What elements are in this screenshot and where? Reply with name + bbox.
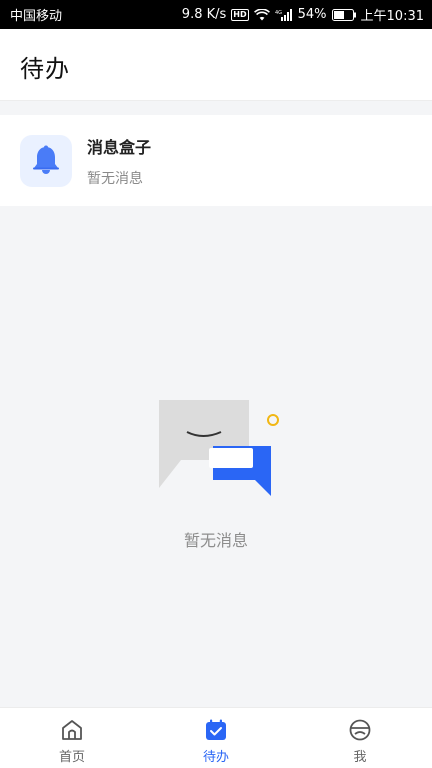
wifi-icon — [253, 8, 270, 21]
tab-home[interactable]: 首页 — [0, 708, 144, 768]
tab-home-label: 首页 — [58, 750, 85, 765]
hd-badge: HD — [231, 8, 249, 21]
bottom-tab-bar: 首页 待办 我 — [0, 707, 432, 768]
empty-chat-illustration — [155, 398, 281, 506]
clock: 上午10:31 — [360, 9, 424, 24]
message-box-title: 消息盒子 — [87, 137, 152, 157]
tab-todo[interactable]: 待办 — [144, 708, 288, 768]
signal-icon: 4G — [275, 8, 293, 21]
tab-me[interactable]: 我 — [288, 708, 432, 768]
battery-percent: 54% — [297, 7, 327, 22]
bell-icon — [33, 145, 59, 174]
carrier-label: 中国移动 — [10, 9, 63, 24]
app-header: 待办 — [0, 29, 432, 101]
network-type: 4G — [275, 10, 282, 16]
profile-icon — [349, 719, 371, 741]
message-box-subtitle: 暂无消息 — [87, 170, 143, 187]
tab-todo-label: 待办 — [202, 750, 229, 765]
battery-icon — [331, 8, 356, 21]
status-bar: 中国移动 9.8 K/s HD 4G 54% 上午10:31 — [0, 0, 432, 29]
bell-icon-tile — [20, 134, 72, 187]
net-speed: 9.8 K/s — [181, 7, 227, 22]
todo-calendar-icon — [206, 719, 226, 740]
empty-state-text: 暂无消息 — [183, 531, 248, 550]
page-title: 待办 — [20, 55, 70, 83]
tab-me-label: 我 — [353, 750, 367, 765]
home-icon — [62, 720, 82, 740]
message-box-item[interactable]: 消息盒子 暂无消息 — [0, 115, 432, 206]
